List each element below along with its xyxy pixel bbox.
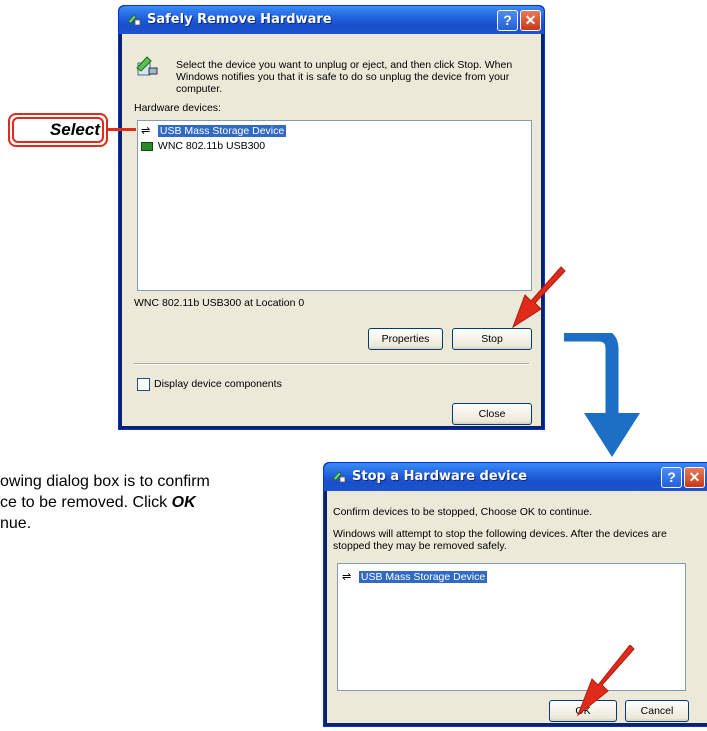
device-name: USB Mass Storage Device <box>358 571 488 583</box>
instruction-ok-word: OK <box>171 494 196 511</box>
red-pointer-arrow <box>576 645 635 717</box>
help-button[interactable]: ? <box>497 10 518 31</box>
instruction-line-2-text: ce to be removed. Click <box>0 494 172 511</box>
dialog-title: Stop a Hardware device <box>352 469 528 484</box>
usb-plug-icon: ⇌ <box>342 571 352 583</box>
select-callout-label: Select <box>49 120 100 139</box>
instruction-line-3: nue. <box>0 515 32 532</box>
dialog-client-area: Confirm devices to be stopped, Choose OK… <box>327 491 707 723</box>
dialog-client-area: Select the device you want to unplug or … <box>122 34 541 426</box>
close-button[interactable]: Close <box>452 403 532 425</box>
stop-hardware-device-dialog: Stop a Hardware device ? ✕ Confirm devic… <box>323 462 707 727</box>
safely-remove-hardware-dialog: Safely Remove Hardware ? ✕ Select the de… <box>118 5 545 430</box>
network-adapter-icon <box>141 141 153 151</box>
device-location-text: WNC 802.11b USB300 at Location 0 <box>134 297 305 309</box>
description-line-1: Select the device you want to unplug or … <box>176 59 513 71</box>
hardware-devices-list[interactable]: ⇌ USB Mass Storage Device WNC 802.11b US… <box>137 120 532 291</box>
display-device-components-checkbox[interactable] <box>137 378 150 391</box>
help-button[interactable]: ? <box>661 467 682 488</box>
select-callout-box: Select <box>8 113 108 147</box>
list-item[interactable]: WNC 802.11b USB300 <box>141 140 265 152</box>
description-line-3: computer. <box>176 83 223 95</box>
hardware-devices-label: Hardware devices: <box>134 102 221 114</box>
list-item[interactable]: ⇌ USB Mass Storage Device <box>141 124 287 137</box>
separator <box>134 363 529 365</box>
instruction-line-2: ce to be removed. Click OK <box>0 492 196 513</box>
device-name: USB Mass Storage Device <box>157 125 287 137</box>
callout-connector <box>108 128 136 131</box>
device-name: WNC 802.11b USB300 <box>157 140 266 152</box>
hardware-remove-icon <box>127 14 141 26</box>
safely-remove-icon <box>136 56 158 76</box>
description-line-2: Windows notifies you that it is safe to … <box>176 71 510 83</box>
usb-plug-icon: ⇌ <box>141 125 151 137</box>
title-bar[interactable]: Safely Remove Hardware ? ✕ <box>119 6 544 34</box>
properties-button[interactable]: Properties <box>368 328 443 350</box>
close-window-button[interactable]: ✕ <box>684 467 705 488</box>
instruction-line-1: owing dialog box is to confirm <box>0 473 210 490</box>
info-line-2: stopped they may be removed safely. <box>333 540 507 552</box>
red-pointer-arrow <box>512 266 566 329</box>
dialog-title: Safely Remove Hardware <box>147 12 332 27</box>
info-line-1: Windows will attempt to stop the followi… <box>333 528 667 540</box>
hardware-remove-icon <box>332 471 346 483</box>
flow-arrow <box>564 333 640 457</box>
checkbox-label[interactable]: Display device components <box>154 378 282 390</box>
list-item[interactable]: ⇌ USB Mass Storage Device <box>342 570 488 583</box>
close-window-button[interactable]: ✕ <box>520 10 541 31</box>
title-bar[interactable]: Stop a Hardware device ? ✕ <box>324 463 707 491</box>
confirm-text: Confirm devices to be stopped, Choose OK… <box>333 506 593 518</box>
